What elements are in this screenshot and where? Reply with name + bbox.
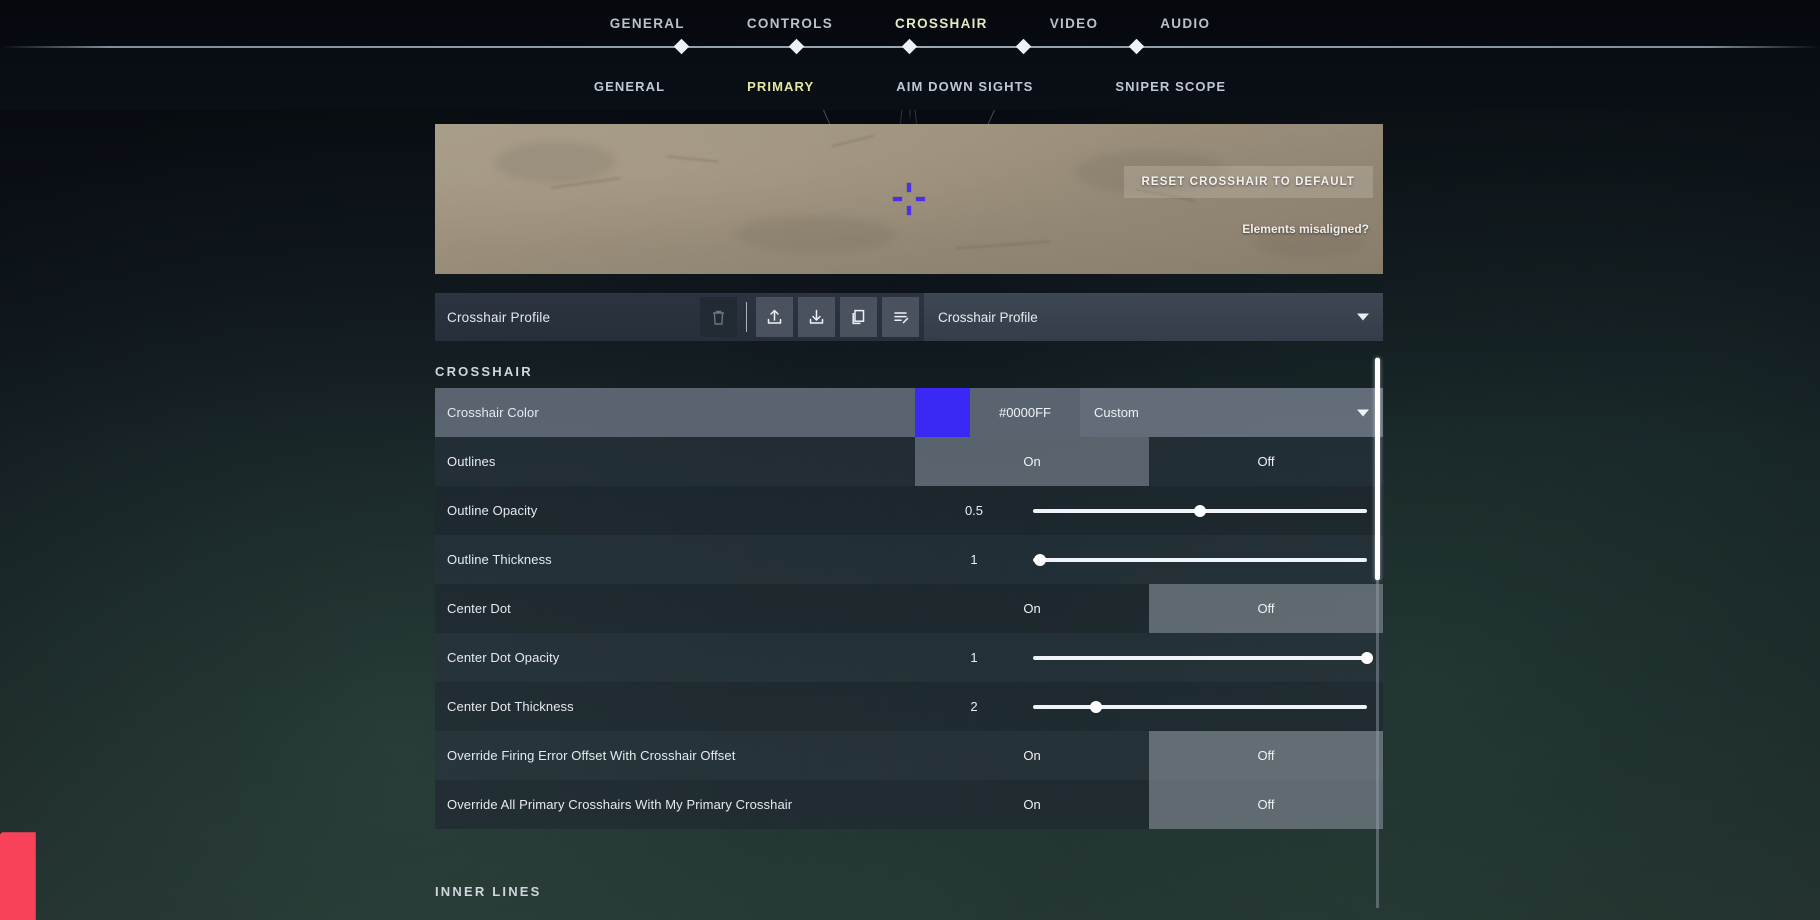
setting-control: 1 (915, 535, 1383, 584)
sub-nav-item-aim-down-sights[interactable]: AIM DOWN SIGHTS (891, 76, 1038, 97)
sub-nav-item-sniper-scope[interactable]: SNIPER SCOPE (1110, 76, 1231, 97)
slider-track[interactable] (1033, 504, 1367, 517)
setting-row: Center Dot Thickness 2 (435, 682, 1383, 731)
setting-label: Center Dot (447, 601, 511, 616)
setting-label: Outline Opacity (447, 503, 538, 518)
toggle-on-option[interactable]: On (915, 437, 1149, 486)
slider-thumb[interactable] (1361, 651, 1373, 664)
sub-nav-items: GENERAL PRIMARY AIM DOWN SIGHTS SNIPER SCOP… (0, 48, 1820, 110)
reset-crosshair-button[interactable]: RESET CROSSHAIR TO DEFAULT (1123, 166, 1373, 198)
top-nav-item-crosshair[interactable]: CROSSHAIR (889, 12, 994, 35)
setting-row: Override Firing Error Offset With Crossh… (435, 731, 1383, 780)
profile-label: Crosshair Profile (447, 309, 551, 325)
color-mode-dropdown[interactable]: Custom (1080, 388, 1383, 437)
settings-panel: RESET CROSSHAIR TO DEFAULT Elements misa… (435, 124, 1383, 829)
setting-label: Center Dot Opacity (447, 650, 560, 665)
export-profile-button[interactable] (756, 297, 793, 337)
import-profile-button[interactable] (798, 297, 835, 337)
setting-control: On Off (915, 780, 1383, 829)
color-swatch[interactable] (915, 388, 970, 437)
section-title-crosshair: CROSSHAIR (435, 364, 533, 379)
chevron-down-icon (1357, 409, 1369, 416)
duplicate-profile-button[interactable] (840, 297, 877, 337)
toggle-on-option[interactable]: On (915, 584, 1149, 633)
setting-row: Crosshair Color #0000FF Custom (435, 388, 1383, 437)
setting-control: On Off (915, 437, 1383, 486)
top-nav-item-video[interactable]: VIDEO (1044, 12, 1105, 35)
slider-track[interactable] (1033, 700, 1367, 713)
toggle-off-option[interactable]: Off (1149, 584, 1383, 633)
profile-dropdown[interactable]: Crosshair Profile (924, 293, 1383, 341)
export-icon (766, 308, 783, 326)
rename-icon (892, 308, 910, 326)
slider-thumb[interactable] (1194, 504, 1206, 517)
import-icon (808, 308, 825, 326)
top-nav-item-controls[interactable]: CONTROLS (741, 12, 839, 35)
color-mode-value: Custom (1094, 405, 1139, 420)
settings-scrollbar[interactable] (1375, 357, 1380, 908)
toggle-on-option[interactable]: On (915, 780, 1149, 829)
slider-wrapper (1033, 535, 1383, 584)
toggle-off-option[interactable]: Off (1149, 731, 1383, 780)
slider-track[interactable] (1033, 651, 1373, 664)
sub-navigation: GENERAL PRIMARY AIM DOWN SIGHTS SNIPER SCOP… (0, 48, 1820, 110)
sub-nav-item-primary[interactable]: PRIMARY (742, 76, 819, 97)
rename-profile-button[interactable] (882, 297, 919, 337)
slider-track[interactable] (1033, 553, 1367, 566)
slider-value: 1 (970, 552, 978, 567)
setting-control: On Off (915, 584, 1383, 633)
setting-row: Outline Opacity 0.5 (435, 486, 1383, 535)
profile-left-panel: Crosshair Profile (435, 293, 924, 341)
crosshair-preview: RESET CROSSHAIR TO DEFAULT Elements misa… (435, 124, 1383, 274)
toggle-off-option[interactable]: Off (1149, 437, 1383, 486)
toggle-on-option[interactable]: On (915, 731, 1149, 780)
setting-row: Center Dot Opacity 1 (435, 633, 1383, 682)
setting-row: Override All Primary Crosshairs With My … (435, 780, 1383, 829)
slider-wrapper (1033, 633, 1383, 682)
elements-misaligned-link[interactable]: Elements misaligned? (1242, 222, 1369, 236)
section-title-inner-lines: INNER LINES (435, 884, 542, 899)
setting-label: Outlines (447, 454, 496, 469)
setting-label: Override All Primary Crosshairs With My … (447, 797, 793, 812)
setting-control: #0000FF Custom (915, 388, 1383, 437)
profile-bar: Crosshair Profile Crosshair Profile (435, 293, 1383, 341)
setting-row: Center Dot On Off (435, 584, 1383, 633)
slider-wrapper (1033, 486, 1383, 535)
setting-row: Outline Thickness 1 (435, 535, 1383, 584)
trash-icon (711, 309, 726, 326)
sub-nav-item-general[interactable]: GENERAL (589, 76, 670, 97)
slider-value: 2 (970, 699, 978, 714)
setting-control: 0.5 (915, 486, 1383, 535)
setting-label: Outline Thickness (447, 552, 552, 567)
top-nav-item-general[interactable]: GENERAL (604, 12, 691, 35)
duplicate-icon (850, 308, 867, 326)
scrollbar-thumb[interactable] (1375, 358, 1380, 580)
settings-rows: Crosshair Color #0000FF Custom Outlines On Of… (435, 388, 1383, 829)
corner-accent (0, 832, 36, 920)
icon-separator (746, 302, 747, 332)
setting-label: Override Firing Error Offset With Crossh… (447, 748, 736, 763)
chevron-down-icon (1357, 313, 1369, 321)
settings-screen: GENERAL CONTROLS CROSSHAIR VIDEO AUDIO GENER… (0, 0, 1820, 920)
profile-dropdown-value: Crosshair Profile (938, 309, 1038, 325)
setting-row: Outlines On Off (435, 437, 1383, 486)
setting-control: 2 (915, 682, 1383, 731)
top-nav-item-audio[interactable]: AUDIO (1154, 12, 1216, 35)
toggle-off-option[interactable]: Off (1149, 780, 1383, 829)
slider-thumb[interactable] (1090, 700, 1103, 713)
slider-value: 1 (970, 650, 978, 665)
setting-label: Center Dot Thickness (447, 699, 574, 714)
delete-profile-button[interactable] (700, 297, 737, 337)
slider-thumb[interactable] (1033, 553, 1046, 566)
slider-wrapper (1033, 682, 1383, 731)
slider-value: 0.5 (964, 503, 984, 518)
setting-control: On Off (915, 731, 1383, 780)
profile-action-icons (700, 297, 919, 337)
setting-control: 1 (915, 633, 1383, 682)
color-hex-value[interactable]: #0000FF (970, 388, 1080, 437)
setting-label: Crosshair Color (447, 405, 539, 420)
